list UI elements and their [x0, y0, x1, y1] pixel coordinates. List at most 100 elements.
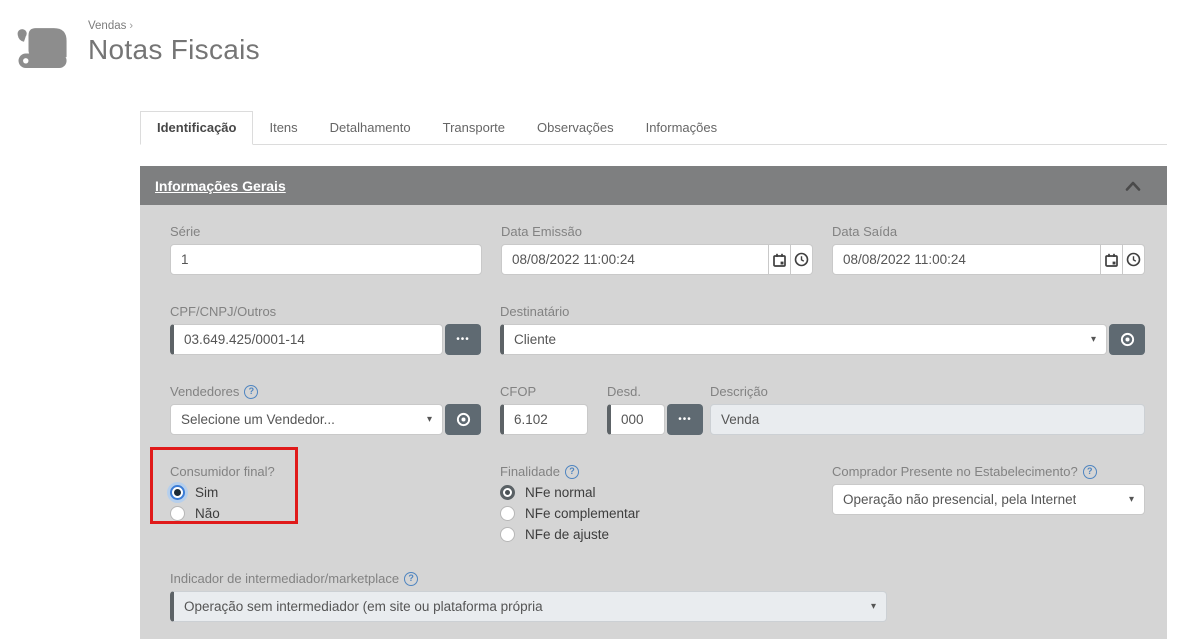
- calendar-icon[interactable]: [1101, 244, 1123, 275]
- radio-nfe-ajuste[interactable]: [500, 527, 515, 542]
- destinatario-select[interactable]: Cliente ▾: [500, 324, 1107, 355]
- help-icon[interactable]: ?: [404, 572, 418, 586]
- vendedores-field: Vendedores ? Selecione um Vendedor... ▾: [170, 384, 481, 435]
- data-emissao-label: Data Emissão: [501, 224, 813, 239]
- tab-identificacao[interactable]: Identificação: [140, 111, 253, 145]
- help-icon[interactable]: ?: [1083, 465, 1097, 479]
- indicador-intermediador-label: Indicador de intermediador/marketplace: [170, 571, 399, 586]
- radio-sim[interactable]: [170, 485, 185, 500]
- desd-label: Desd.: [607, 384, 703, 399]
- app-header: Vendas› Notas Fiscais: [14, 20, 260, 74]
- ellipsis-icon: •••: [456, 335, 470, 345]
- chevron-up-icon[interactable]: [1125, 181, 1141, 191]
- radio-nfe-complementar-label[interactable]: NFe complementar: [525, 506, 640, 521]
- tab-observacoes[interactable]: Observações: [521, 112, 630, 144]
- help-icon[interactable]: ?: [244, 385, 258, 399]
- informacoes-gerais-panel: Informações Gerais Série Data Emissão: [140, 166, 1167, 639]
- breadcrumb[interactable]: Vendas›: [88, 20, 260, 32]
- comprador-presente-select[interactable]: Operação não presencial, pela Internet ▾: [832, 484, 1145, 515]
- descricao-input: [710, 404, 1145, 435]
- indicador-intermediador-field: Indicador de intermediador/marketplace ?…: [170, 571, 887, 622]
- descricao-label: Descrição: [710, 384, 1145, 399]
- radio-nfe-complementar[interactable]: [500, 506, 515, 521]
- chevron-down-icon: ▾: [1123, 494, 1134, 505]
- form-row-4: Consumidor final? Sim Não Finalidade ?: [170, 464, 1145, 542]
- desd-input[interactable]: [607, 404, 665, 435]
- eye-icon: [1119, 331, 1136, 348]
- section-header[interactable]: Informações Gerais: [140, 166, 1167, 205]
- form-row-3: Vendedores ? Selecione um Vendedor... ▾: [170, 384, 1145, 435]
- destinatario-value: Cliente: [514, 332, 556, 347]
- radio-option-nfe-ajuste[interactable]: NFe de ajuste: [500, 527, 832, 542]
- serie-field: Série: [170, 224, 482, 275]
- chevron-down-icon: ▾: [865, 601, 876, 612]
- section-title[interactable]: Informações Gerais: [155, 178, 286, 194]
- data-emissao-input[interactable]: [501, 244, 769, 275]
- form-row-2: CPF/CNPJ/Outros ••• Destinatário Cliente…: [170, 304, 1145, 355]
- chevron-down-icon: ▾: [1085, 334, 1096, 345]
- tab-informacoes[interactable]: Informações: [630, 112, 734, 144]
- vendedores-value: Selecione um Vendedor...: [181, 412, 335, 427]
- title-block: Vendas› Notas Fiscais: [88, 20, 260, 66]
- serie-label: Série: [170, 224, 482, 239]
- data-saida-label: Data Saída: [832, 224, 1145, 239]
- radio-option-sim[interactable]: Sim: [170, 485, 500, 500]
- cfop-input[interactable]: [500, 404, 588, 435]
- radio-nfe-normal[interactable]: [500, 485, 515, 500]
- clock-icon[interactable]: [791, 244, 813, 275]
- panel-body: Série Data Emissão: [140, 205, 1167, 639]
- scroll-icon: [14, 24, 72, 74]
- breadcrumb-vendas[interactable]: Vendas: [88, 20, 126, 32]
- radio-nao[interactable]: [170, 506, 185, 521]
- consumidor-final-group: Consumidor final? Sim Não: [170, 464, 500, 542]
- cpf-cnpj-lookup-button[interactable]: •••: [445, 324, 481, 355]
- calendar-icon[interactable]: [769, 244, 791, 275]
- help-icon[interactable]: ?: [565, 465, 579, 479]
- eye-icon: [455, 411, 472, 428]
- form-row-1: Série Data Emissão: [170, 224, 1145, 275]
- destinatario-field: Destinatário Cliente ▾: [500, 304, 1145, 355]
- radio-option-nfe-complementar[interactable]: NFe complementar: [500, 506, 832, 521]
- radio-option-nao[interactable]: Não: [170, 506, 500, 521]
- comprador-presente-field: Comprador Presente no Estabelecimento? ?…: [832, 464, 1145, 542]
- vendedores-view-button[interactable]: [445, 404, 481, 435]
- destinatario-view-button[interactable]: [1109, 324, 1145, 355]
- indicador-intermediador-select[interactable]: Operação sem intermediador (em site ou p…: [170, 591, 887, 622]
- radio-option-nfe-normal[interactable]: NFe normal: [500, 485, 832, 500]
- form-row-5: Indicador de intermediador/marketplace ?…: [170, 571, 1145, 622]
- vendedores-select[interactable]: Selecione um Vendedor... ▾: [170, 404, 443, 435]
- vendedores-label: Vendedores: [170, 384, 239, 399]
- tab-bar: Identificação Itens Detalhamento Transpo…: [140, 111, 1167, 145]
- cpf-cnpj-input[interactable]: [170, 324, 443, 355]
- comprador-presente-label: Comprador Presente no Estabelecimento?: [832, 464, 1078, 479]
- descricao-field: Descrição: [710, 384, 1145, 435]
- finalidade-group: Finalidade ? NFe normal NFe complementar…: [500, 464, 832, 542]
- tab-detalhamento[interactable]: Detalhamento: [314, 112, 427, 144]
- cfop-label: CFOP: [500, 384, 588, 399]
- desd-field: Desd. •••: [607, 384, 703, 435]
- chevron-down-icon: ▾: [421, 414, 432, 425]
- serie-input[interactable]: [170, 244, 482, 275]
- ellipsis-icon: •••: [678, 415, 692, 425]
- data-saida-input[interactable]: [832, 244, 1101, 275]
- data-saida-field: Data Saída: [832, 224, 1145, 275]
- cpf-cnpj-field: CPF/CNPJ/Outros •••: [170, 304, 481, 355]
- radio-nfe-normal-label[interactable]: NFe normal: [525, 485, 596, 500]
- data-emissao-field: Data Emissão: [501, 224, 813, 275]
- cpf-cnpj-label: CPF/CNPJ/Outros: [170, 304, 481, 319]
- radio-sim-label[interactable]: Sim: [195, 485, 218, 500]
- desd-lookup-button[interactable]: •••: [667, 404, 703, 435]
- tab-transporte[interactable]: Transporte: [427, 112, 521, 144]
- radio-nao-label[interactable]: Não: [195, 506, 220, 521]
- clock-icon[interactable]: [1123, 244, 1145, 275]
- destinatario-label: Destinatário: [500, 304, 1145, 319]
- page-title: Notas Fiscais: [88, 34, 260, 66]
- tab-itens[interactable]: Itens: [253, 112, 313, 144]
- indicador-intermediador-value: Operação sem intermediador (em site ou p…: [184, 599, 543, 614]
- radio-nfe-ajuste-label[interactable]: NFe de ajuste: [525, 527, 609, 542]
- cfop-field: CFOP: [500, 384, 588, 435]
- chevron-right-icon: ›: [129, 20, 133, 32]
- consumidor-final-label: Consumidor final?: [170, 464, 500, 479]
- finalidade-label: Finalidade: [500, 464, 560, 479]
- comprador-presente-value: Operação não presencial, pela Internet: [843, 492, 1076, 507]
